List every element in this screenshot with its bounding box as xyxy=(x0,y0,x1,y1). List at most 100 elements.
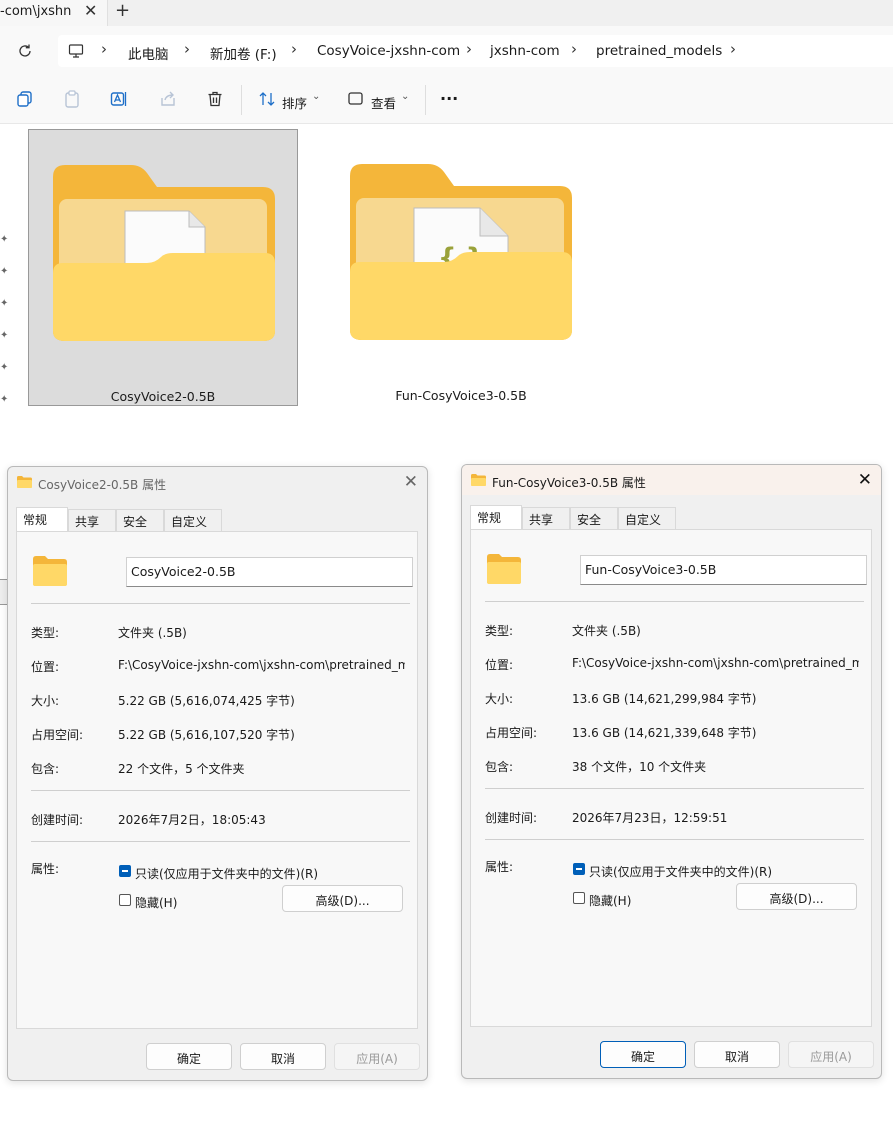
breadcrumb-separator[interactable]: › xyxy=(184,40,190,58)
refresh-icon[interactable] xyxy=(17,43,33,59)
folder-name[interactable]: CosyVoice2-0.5B xyxy=(29,389,297,404)
contains-value: 22 个文件，5 个文件夹 xyxy=(118,762,245,776)
toolbar-divider xyxy=(425,85,426,115)
tab-close-icon[interactable]: ✕ xyxy=(84,1,97,20)
folder-icon xyxy=(471,474,486,486)
size-label: 大小: xyxy=(485,692,514,706)
new-tab-icon[interactable]: + xyxy=(115,0,130,21)
readonly-label[interactable]: 只读(仅应用于文件夹中的文件)(R) xyxy=(135,865,395,882)
tab-sharing[interactable]: 共享 xyxy=(522,507,570,529)
sort-chevron-down-icon[interactable]: ⌄ xyxy=(312,91,320,102)
advanced-button[interactable]: 高级(D)... xyxy=(282,885,403,912)
divider xyxy=(485,601,864,602)
breadcrumb-separator: › xyxy=(101,40,107,58)
location-label: 位置: xyxy=(485,658,514,672)
pin-icon: ✦ xyxy=(0,234,9,245)
folder-name[interactable]: Fun-CosyVoice3-0.5B xyxy=(326,388,596,403)
apply-button[interactable]: 应用(A) xyxy=(334,1043,420,1070)
tab-sharing[interactable]: 共享 xyxy=(68,509,116,531)
tab-security[interactable]: 安全 xyxy=(570,507,618,529)
folder-icon: { } xyxy=(350,164,572,340)
properties-dialog: CosyVoice2-0.5B 属性 ✕ 常规 共享 安全 自定义 CosyVo… xyxy=(7,466,428,1081)
tab-title: -com\jxshn xyxy=(0,4,72,19)
folder-icon xyxy=(53,165,275,341)
rename-icon[interactable] xyxy=(110,90,128,108)
folder-name-field[interactable]: CosyVoice2-0.5B xyxy=(126,557,413,587)
properties-dialog: Fun-CosyVoice3-0.5B 属性 ✕ 常规 共享 安全 自定义 Fu… xyxy=(461,464,882,1079)
sort-icon[interactable] xyxy=(258,90,276,108)
divider xyxy=(485,839,864,840)
ok-button[interactable]: 确定 xyxy=(600,1041,686,1068)
cancel-button[interactable]: 取消 xyxy=(240,1043,326,1070)
pin-icon: ✦ xyxy=(0,266,9,277)
type-label: 类型: xyxy=(485,624,514,638)
breadcrumb-jxshn[interactable]: jxshn-com xyxy=(490,43,560,59)
breadcrumb-this-pc[interactable]: 此电脑 xyxy=(128,43,169,63)
size-on-disk-value: 13.6 GB (14,621,339,648 字节) xyxy=(572,726,757,740)
cancel-button[interactable]: 取消 xyxy=(694,1041,780,1068)
readonly-checkbox[interactable] xyxy=(119,865,131,877)
divider xyxy=(485,788,864,789)
address-row: › 此电脑 › 新加卷 (F:) › CosyVoice-jxshn-com ›… xyxy=(0,26,893,76)
tab-general[interactable]: 常规 xyxy=(470,505,522,529)
view-chevron-down-icon[interactable]: ⌄ xyxy=(401,91,409,102)
size-on-disk-label: 占用空间: xyxy=(31,728,84,742)
paste-icon[interactable] xyxy=(63,90,81,108)
hidden-label[interactable]: 隐藏(H) xyxy=(589,892,709,909)
tab-customize[interactable]: 自定义 xyxy=(164,509,222,531)
readonly-label[interactable]: 只读(仅应用于文件夹中的文件)(R) xyxy=(589,863,849,880)
folder-item[interactable]: CosyVoice2-0.5B xyxy=(28,129,298,406)
dialog-title-bar[interactable]: Fun-CosyVoice3-0.5B 属性 ✕ xyxy=(462,465,881,495)
view-icon[interactable] xyxy=(347,90,365,108)
toolbar-divider xyxy=(241,85,242,115)
pin-icon: ✦ xyxy=(0,330,9,341)
tab-customize[interactable]: 自定义 xyxy=(618,507,676,529)
created-label: 创建时间: xyxy=(485,811,538,825)
more-options-icon[interactable]: ··· xyxy=(440,89,458,108)
copy-icon[interactable] xyxy=(16,90,34,108)
folder-item[interactable]: { } Fun-CosyVoice3-0.5B xyxy=(326,129,596,406)
pin-icon: ✦ xyxy=(0,362,9,373)
close-icon[interactable]: ✕ xyxy=(404,472,418,492)
type-value: 文件夹 (.5B) xyxy=(118,626,187,640)
size-on-disk-label: 占用空间: xyxy=(485,726,538,740)
breadcrumb-drive[interactable]: 新加卷 (F:) xyxy=(210,43,277,63)
explorer-tab[interactable]: -com\jxshn ✕ xyxy=(0,0,108,26)
created-value: 2026年7月2日，18:05:43 xyxy=(118,813,266,827)
hidden-checkbox[interactable] xyxy=(573,892,585,904)
breadcrumb-separator[interactable]: › xyxy=(730,40,736,58)
divider xyxy=(31,603,410,604)
breadcrumb-separator[interactable]: › xyxy=(291,40,297,58)
dialog-title: Fun-CosyVoice3-0.5B 属性 xyxy=(492,476,646,490)
general-panel: CosyVoice2-0.5B 类型: 文件夹 (.5B) 位置: F:\Cos… xyxy=(16,531,418,1029)
general-panel: Fun-CosyVoice3-0.5B 类型: 文件夹 (.5B) 位置: F:… xyxy=(470,529,872,1027)
breadcrumb-pretrained-models[interactable]: pretrained_models xyxy=(596,43,722,59)
location-label: 位置: xyxy=(31,660,60,674)
location-value: F:\CosyVoice-jxshn-com\jxshn-com\pretrai… xyxy=(572,656,859,670)
ok-button[interactable]: 确定 xyxy=(146,1043,232,1070)
close-icon[interactable]: ✕ xyxy=(858,470,872,490)
sort-button[interactable]: 排序 xyxy=(282,93,307,112)
attributes-label: 属性: xyxy=(485,860,514,874)
dialog-title-bar[interactable]: CosyVoice2-0.5B 属性 ✕ xyxy=(8,467,427,497)
type-value: 文件夹 (.5B) xyxy=(572,624,641,638)
folder-name-field[interactable]: Fun-CosyVoice3-0.5B xyxy=(580,555,867,585)
tab-general[interactable]: 常规 xyxy=(16,507,68,531)
folder-icon xyxy=(487,554,521,584)
contains-value: 38 个文件，10 个文件夹 xyxy=(572,760,707,774)
readonly-checkbox[interactable] xyxy=(573,863,585,875)
divider xyxy=(31,790,410,791)
tab-security[interactable]: 安全 xyxy=(116,509,164,531)
delete-icon[interactable] xyxy=(206,90,224,108)
breadcrumb-cosyvoice[interactable]: CosyVoice-jxshn-com xyxy=(317,43,460,59)
tab-strip: -com\jxshn ✕ + xyxy=(0,0,893,26)
breadcrumb-separator[interactable]: › xyxy=(571,40,577,58)
share-icon[interactable] xyxy=(159,90,177,108)
apply-button[interactable]: 应用(A) xyxy=(788,1041,874,1068)
breadcrumb-separator[interactable]: › xyxy=(466,40,472,58)
pin-icon: ✦ xyxy=(0,298,9,309)
view-button[interactable]: 查看 xyxy=(371,93,396,112)
advanced-button[interactable]: 高级(D)... xyxy=(736,883,857,910)
hidden-label[interactable]: 隐藏(H) xyxy=(135,894,255,911)
hidden-checkbox[interactable] xyxy=(119,894,131,906)
